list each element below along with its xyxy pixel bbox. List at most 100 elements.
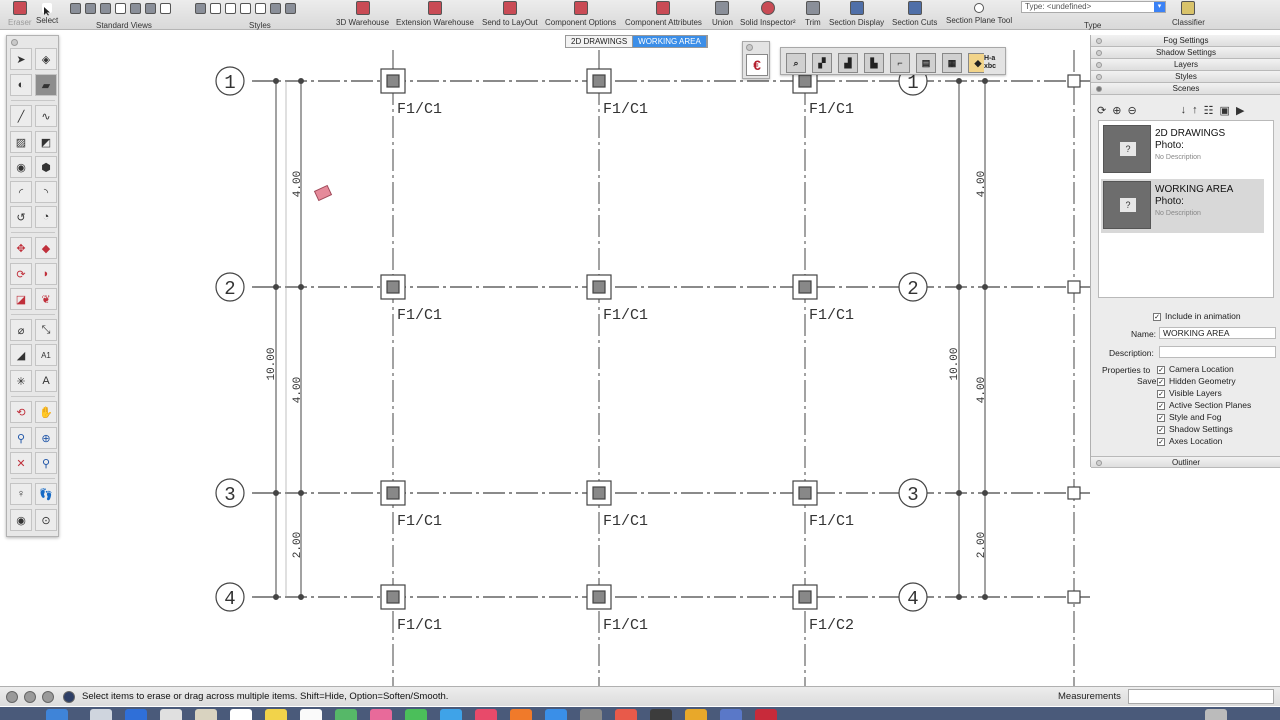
property-camera-location[interactable]: ✓ Camera Location	[1157, 364, 1234, 374]
styles-header[interactable]: Styles	[1091, 71, 1280, 83]
scale-tool[interactable]: ◪	[10, 288, 32, 310]
union-button[interactable]: Union	[712, 0, 733, 30]
extension-e-icon[interactable]: €	[746, 54, 768, 76]
measurements-input[interactable]	[1128, 689, 1274, 704]
component-options-button[interactable]: Component Options	[545, 0, 616, 30]
property-axes-location[interactable]: ✓ Axes Location	[1157, 436, 1222, 446]
check-icon[interactable]: ✓	[1157, 413, 1165, 422]
zoom-window-tool[interactable]: ⊕	[35, 427, 57, 449]
hidden-line-style-icon[interactable]	[240, 3, 251, 14]
3d-text-tool[interactable]: A	[35, 370, 57, 392]
zoom-extents-tool[interactable]: ✕	[10, 452, 32, 474]
label-tag-icon[interactable]: H-a xbc	[984, 53, 1002, 73]
move-down-icon[interactable]: ↓	[1181, 104, 1187, 116]
include-animation-row[interactable]: ✓ Include in animation	[1153, 311, 1241, 321]
select-tool[interactable]: ➤	[10, 48, 32, 70]
paint-bucket-tool[interactable]: ◐	[10, 74, 32, 96]
position-camera-tool[interactable]: ♀	[10, 483, 32, 505]
select-tool-button[interactable]: Select	[36, 0, 58, 30]
rectangle-tool[interactable]: ▨	[10, 131, 32, 153]
type-select[interactable]: Type: <undefined> ▾	[1021, 1, 1166, 13]
add-scene-icon[interactable]: ⊕	[1112, 104, 1121, 117]
chevron-right-icon[interactable]: ▶	[1236, 104, 1244, 117]
polygon-tool[interactable]: ⬢	[35, 156, 57, 178]
arc-tool[interactable]: ◜	[10, 181, 32, 203]
app-store-icon[interactable]	[545, 709, 567, 720]
orbit-tool[interactable]: ⟲	[10, 401, 32, 423]
table-icon[interactable]: ▤	[916, 53, 936, 73]
text-tool[interactable]: A1	[35, 344, 57, 366]
notes-icon[interactable]	[265, 709, 287, 720]
credits-icon[interactable]	[24, 691, 36, 703]
reminders-icon[interactable]	[300, 709, 322, 720]
property-active-section-planes[interactable]: ✓ Active Section Planes	[1157, 400, 1251, 410]
rotate-tool[interactable]: ⟳	[10, 263, 32, 285]
scenes-header[interactable]: Scenes	[1091, 83, 1280, 95]
scene-name-field[interactable]: WORKING AREA	[1159, 327, 1276, 339]
remove-scene-icon[interactable]: ⊖	[1127, 104, 1136, 117]
scene-item[interactable]: ? 2D DRAWINGS Photo: No Description	[1101, 123, 1264, 177]
section-plane-tool[interactable]: ⊙	[35, 509, 57, 531]
wall-fill-icon[interactable]: ▙	[864, 53, 884, 73]
push-pull-tool[interactable]: ◆	[35, 237, 57, 259]
move-up-icon[interactable]: ↑	[1192, 104, 1198, 116]
front-view-icon[interactable]	[100, 3, 111, 14]
solid-inspector-button[interactable]: Solid Inspector²	[740, 0, 796, 30]
safari-icon[interactable]	[125, 709, 147, 720]
model-viewport[interactable]: 1 1 2 2 3 3 4 4 F1/C1 F1/C1 F1/C1 F1/C1 F1/C1 F1/C1 F1…	[60, 50, 1090, 686]
previous-view-tool[interactable]: ⚲	[35, 452, 57, 474]
right-view-icon[interactable]	[160, 3, 171, 14]
top-view-icon[interactable]	[85, 3, 96, 14]
look-around-tool[interactable]: ◉	[10, 509, 32, 531]
facetime-icon[interactable]	[440, 709, 462, 720]
details-icon[interactable]: ▣	[1220, 104, 1230, 117]
geo-location-icon[interactable]	[6, 691, 18, 703]
mail-icon[interactable]	[160, 709, 182, 720]
section-display-button[interactable]: Section Display	[829, 0, 884, 30]
zoom-tool[interactable]: ⚲	[10, 427, 32, 449]
eraser-tool-button[interactable]: Eraser	[8, 0, 32, 30]
circle-tool[interactable]: ◉	[10, 156, 32, 178]
check-icon[interactable]: ✓	[1153, 312, 1161, 321]
stair-icon[interactable]: ⌐	[890, 53, 910, 73]
three-point-arc-tool[interactable]: ↺	[10, 206, 32, 228]
classifier-button[interactable]: Classifier	[1172, 0, 1205, 30]
layout-app-icon[interactable]	[720, 709, 742, 720]
textures-style-icon[interactable]	[270, 3, 281, 14]
style-builder-icon[interactable]	[755, 709, 777, 720]
outliner-header[interactable]: Outliner	[1091, 456, 1280, 468]
property-visible-layers[interactable]: ✓ Visible Layers	[1157, 388, 1222, 398]
trim-button[interactable]: Trim	[805, 0, 821, 30]
view-options-icon[interactable]: ☷	[1204, 104, 1214, 117]
send-to-layout-button[interactable]: Send to LayOut	[482, 0, 538, 30]
line-tool[interactable]: ╱	[10, 105, 32, 127]
protractor-tool[interactable]: ◢	[10, 344, 32, 366]
preferences-icon[interactable]	[580, 709, 602, 720]
left-view-icon[interactable]	[145, 3, 156, 14]
offset-tool[interactable]: ❦	[35, 288, 57, 310]
rotated-rectangle-tool[interactable]: ◩	[35, 131, 57, 153]
component-attributes-button[interactable]: Component Attributes	[625, 0, 702, 30]
panel-icon[interactable]: ▦	[942, 53, 962, 73]
monochrome-style-icon[interactable]	[285, 3, 296, 14]
tag-search-icon[interactable]: ⌕	[786, 53, 806, 73]
music-icon[interactable]	[475, 709, 497, 720]
check-icon[interactable]: ✓	[1157, 389, 1165, 398]
section-cuts-button[interactable]: Section Cuts	[892, 0, 937, 30]
check-icon[interactable]: ✓	[1157, 437, 1165, 446]
check-icon[interactable]: ✓	[1157, 365, 1165, 374]
close-icon[interactable]	[746, 44, 753, 51]
property-style-and-fog[interactable]: ✓ Style and Fog	[1157, 412, 1221, 422]
pie-tool[interactable]: ◔	[35, 206, 57, 228]
dimension-tool[interactable]: ⤡	[35, 319, 57, 341]
freehand-tool[interactable]: ∿	[35, 105, 57, 127]
check-icon[interactable]: ✓	[1157, 425, 1165, 434]
scene-description-field[interactable]	[1159, 346, 1276, 358]
close-icon[interactable]	[11, 39, 18, 46]
wireframe-style-icon[interactable]	[225, 3, 236, 14]
check-icon[interactable]: ✓	[1157, 401, 1165, 410]
wall-icon[interactable]: ▞	[812, 53, 832, 73]
tab-2d-drawings[interactable]: 2D DRAWINGS	[566, 36, 634, 47]
home-view-icon[interactable]	[115, 3, 126, 14]
terminal-icon[interactable]	[650, 709, 672, 720]
